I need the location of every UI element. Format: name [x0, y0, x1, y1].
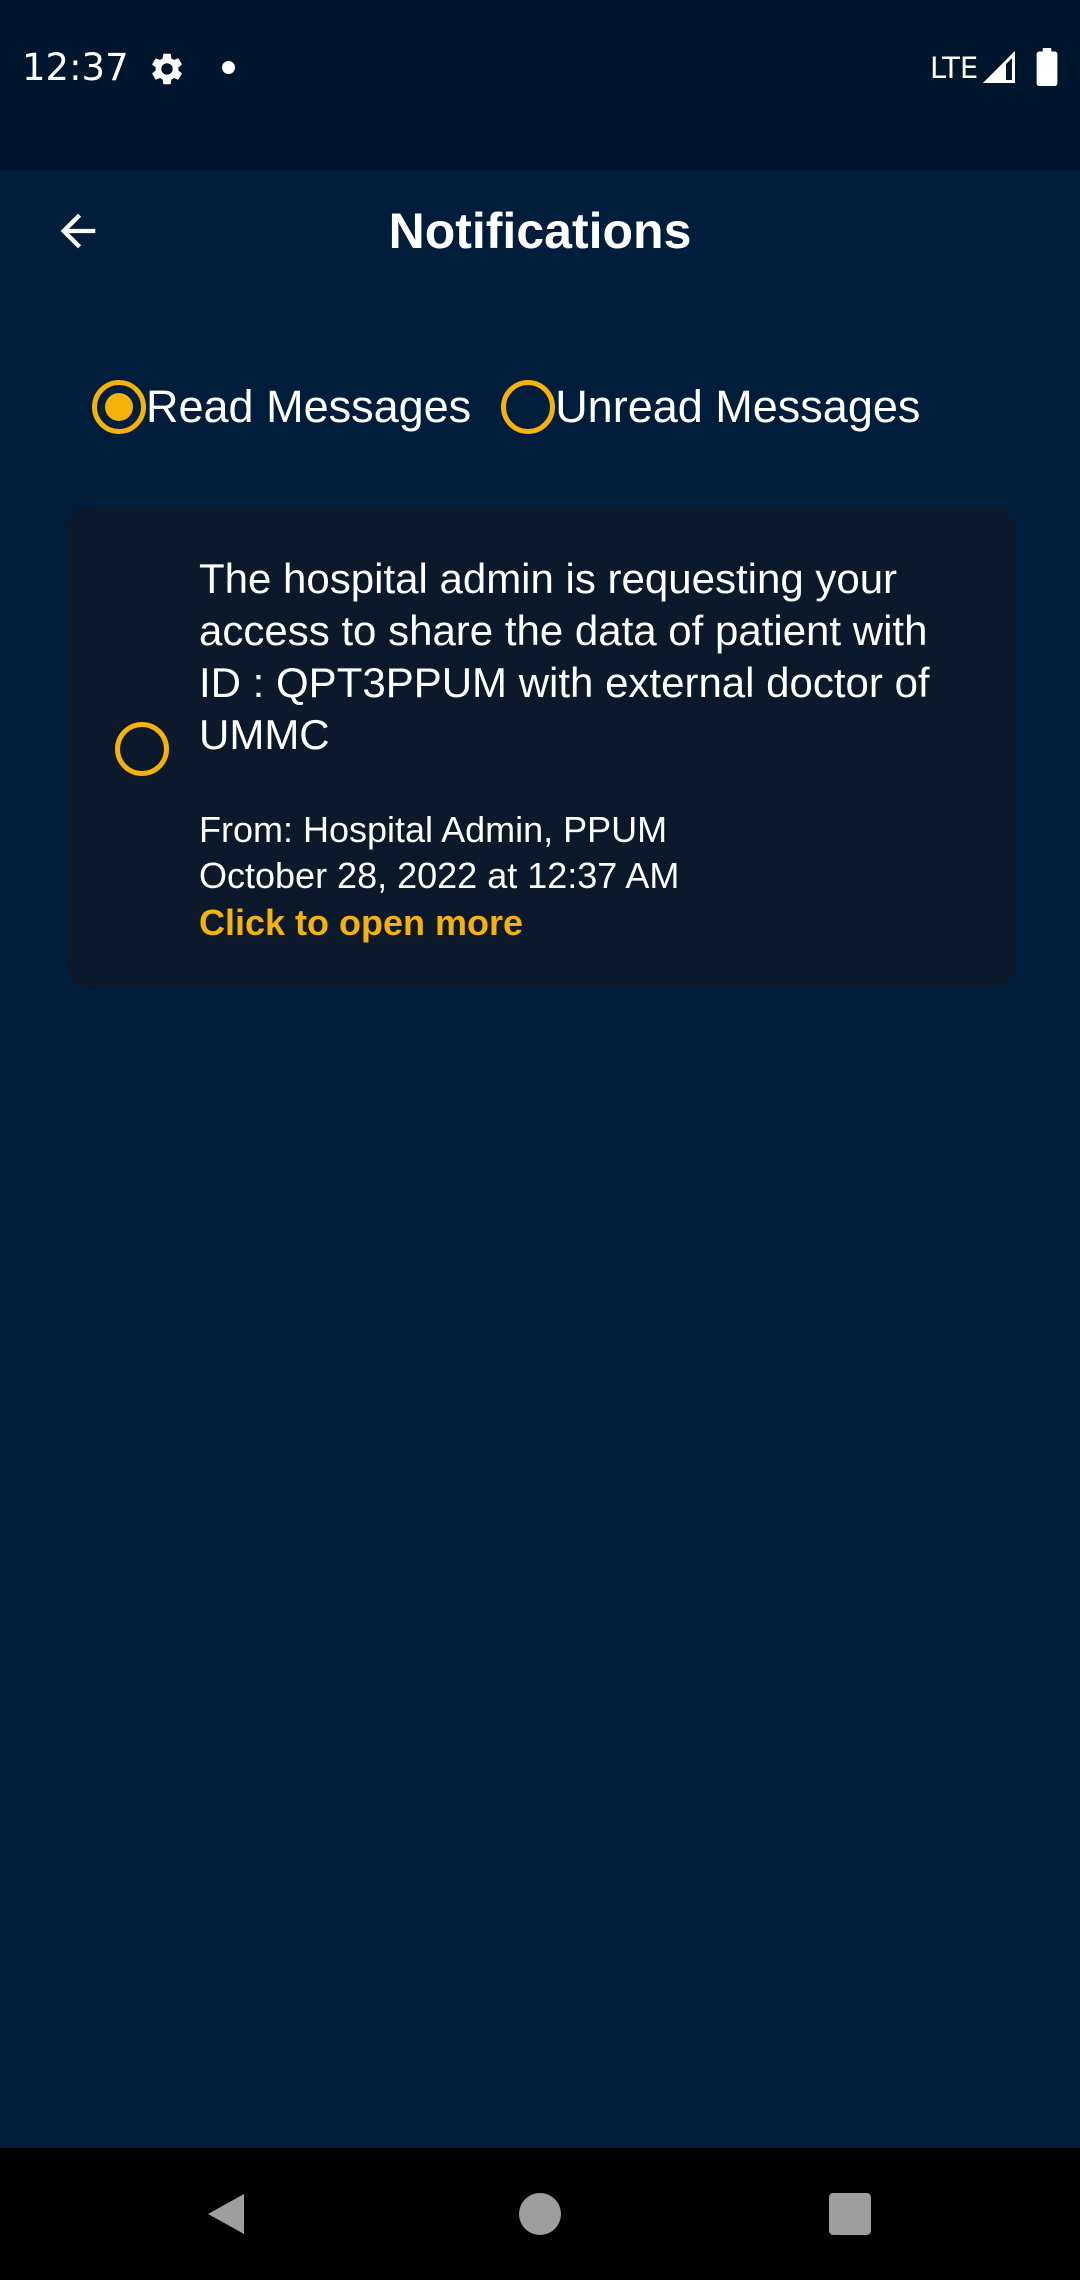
- signal-icon: [982, 50, 1015, 83]
- notification-dot-icon: [222, 61, 235, 74]
- network-type-label: LTE: [930, 51, 979, 85]
- nav-back-button[interactable]: [190, 2178, 262, 2250]
- message-filter-radio-group: Read Messages Unread Messages: [92, 374, 920, 440]
- notification-sender: From: Hospital Admin, PPUM: [199, 809, 668, 850]
- status-time: 12:37: [22, 46, 129, 89]
- radio-unread-messages[interactable]: Unread Messages: [501, 379, 920, 435]
- radio-read-messages[interactable]: Read Messages: [92, 379, 471, 435]
- gear-icon: [152, 53, 182, 85]
- radio-selected-icon: [92, 380, 146, 434]
- radio-unselected-icon: [501, 380, 556, 434]
- notification-message: The hospital admin is requesting your ac…: [199, 555, 930, 758]
- nav-home-icon: [519, 2193, 561, 2235]
- system-nav-bar: [0, 2148, 1080, 2280]
- nav-recents-button[interactable]: [814, 2178, 886, 2250]
- app-bar: Notifications: [0, 171, 1080, 291]
- radio-label-unread-messages: Unread Messages: [555, 381, 921, 432]
- notifications-screen: 12:37 LTE Notifications Read Messages Un…: [0, 0, 1080, 2280]
- page-title: Notifications: [388, 203, 692, 259]
- battery-icon: [1036, 48, 1058, 86]
- nav-recents-icon: [829, 2193, 871, 2235]
- notification-card[interactable]: The hospital admin is requesting your ac…: [66, 507, 1014, 987]
- nav-home-button[interactable]: [504, 2178, 576, 2250]
- radio-label-read-messages: Read Messages: [146, 381, 472, 432]
- open-more-link[interactable]: Click to open more: [199, 900, 523, 946]
- nav-back-icon: [208, 2194, 244, 2234]
- status-bar: 12:37 LTE: [0, 0, 1080, 171]
- notification-select-radio[interactable]: [115, 722, 169, 776]
- notification-date: October 28, 2022 at 12:37 AM: [199, 855, 680, 896]
